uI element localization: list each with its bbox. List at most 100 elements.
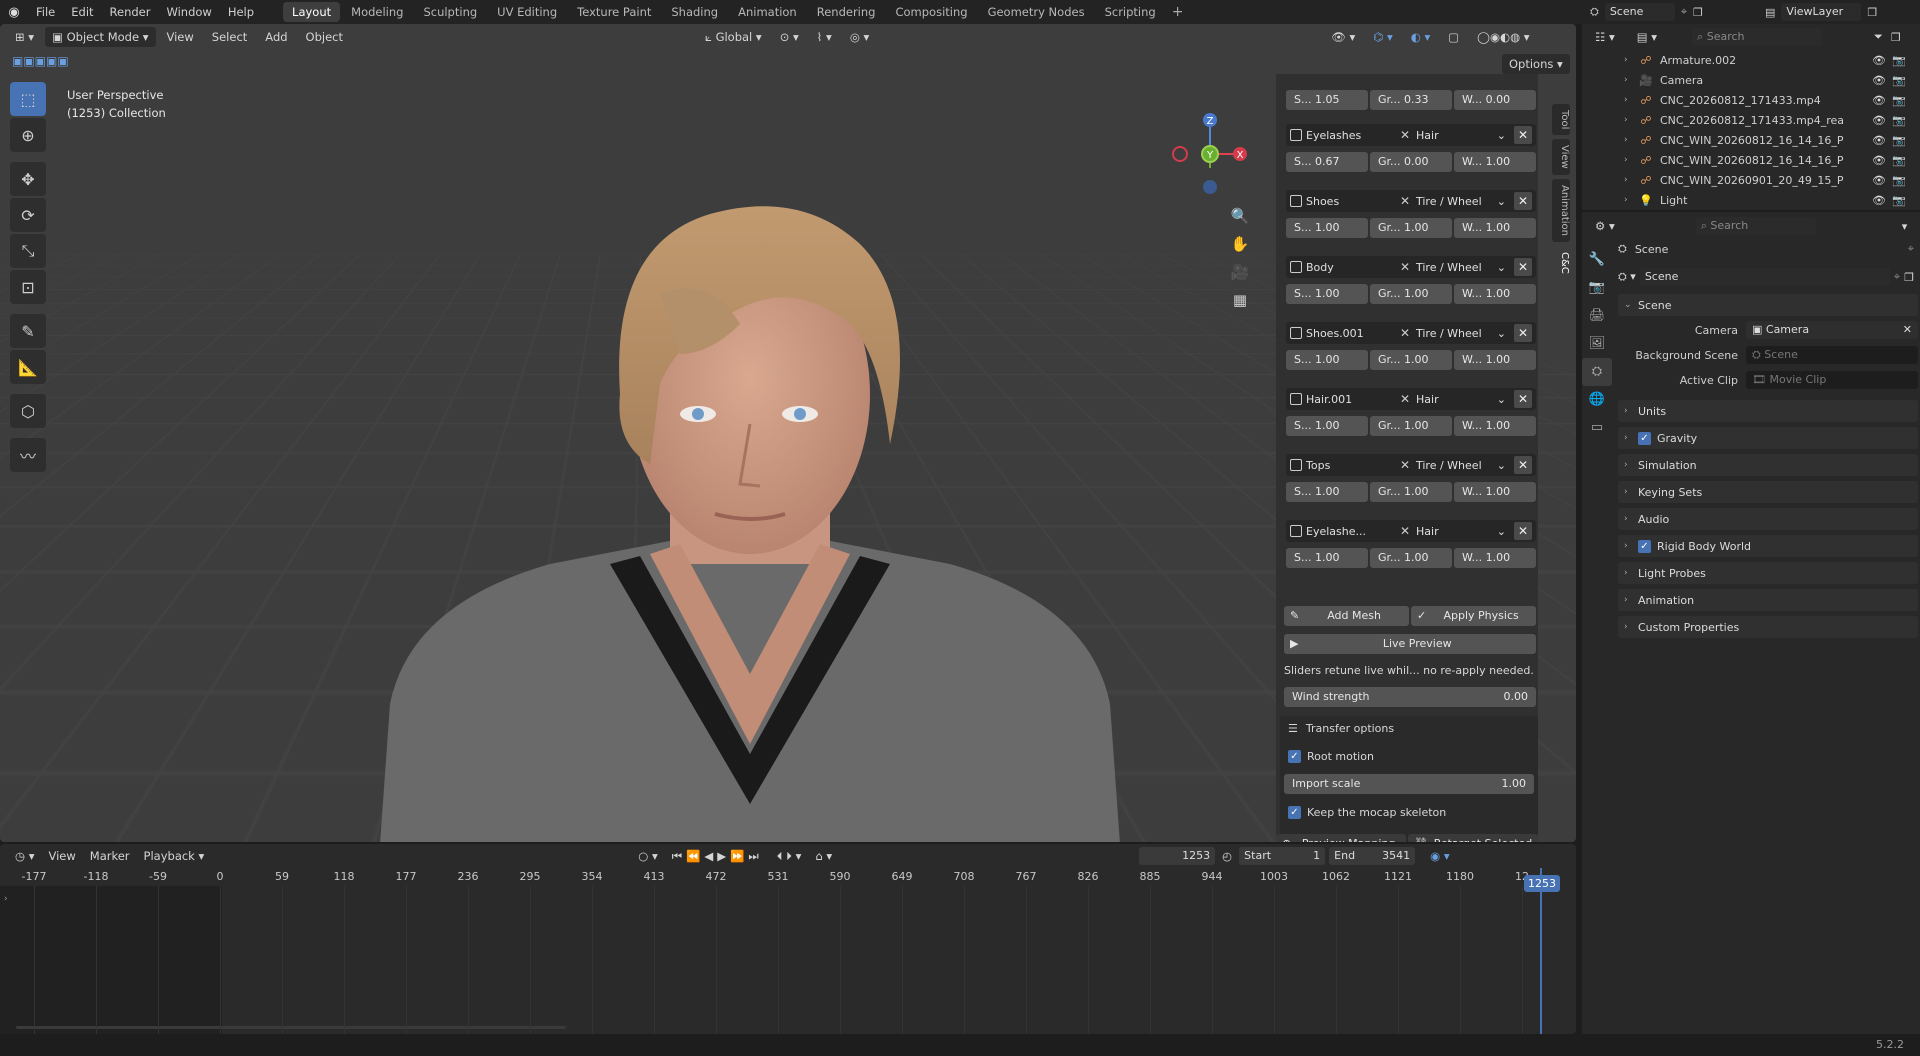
- material-enable-checkbox[interactable]: [1290, 327, 1302, 339]
- gravity-slider[interactable]: Gr... 1.00: [1370, 350, 1452, 370]
- measure-icon[interactable]: 📐: [10, 350, 46, 384]
- menu-view[interactable]: View: [160, 27, 201, 47]
- render-camera-icon[interactable]: 📷: [1892, 94, 1906, 107]
- live-preview-button[interactable]: ▶ Live Preview: [1284, 634, 1536, 654]
- clear-icon[interactable]: ✕: [1398, 194, 1412, 208]
- stiffness-slider[interactable]: S... 1.00: [1286, 482, 1368, 502]
- gravity-slider[interactable]: Gr... 1.00: [1370, 548, 1452, 568]
- expand-channels-icon[interactable]: ›: [4, 894, 8, 904]
- props-options-icon[interactable]: ▾: [1902, 220, 1908, 233]
- ortho-grid-icon[interactable]: ▦: [1228, 286, 1252, 314]
- scale-icon[interactable]: ⤡: [10, 234, 46, 268]
- stiffness-slider[interactable]: S... 1.00: [1286, 218, 1368, 238]
- snap-icon[interactable]: ⌇ ▾: [810, 27, 839, 47]
- curve-icon[interactable]: 〰: [10, 438, 46, 472]
- stiffness-slider[interactable]: S... 1.00: [1286, 548, 1368, 568]
- outliner-search-input[interactable]: ⌕ Search: [1692, 28, 1822, 46]
- proportional-edit-icon[interactable]: ◎ ▾: [843, 27, 876, 47]
- tab-geometry-nodes[interactable]: Geometry Nodes: [979, 2, 1094, 22]
- gravity-slider[interactable]: Gr... 0.00: [1370, 152, 1452, 172]
- tab-compositing[interactable]: Compositing: [886, 2, 976, 22]
- remove-material-icon[interactable]: ✕: [1514, 324, 1532, 342]
- outliner[interactable]: ☷ ▾ ▤ ▾ ⌕ Search ⏷ ❐ › ☍ Armature.002 👁 📷 › 🎥 C…: [1582, 24, 1920, 210]
- render-camera-icon[interactable]: 📷: [1892, 154, 1906, 167]
- menu-file[interactable]: File: [28, 0, 63, 24]
- clear-icon[interactable]: ✕: [1398, 392, 1412, 406]
- pivot-icon[interactable]: ⊙ ▾: [773, 27, 806, 47]
- world-icon[interactable]: 🌐: [1582, 386, 1612, 414]
- tab-rendering[interactable]: Rendering: [808, 2, 885, 22]
- view-layer-icon[interactable]: 🖼: [1582, 330, 1612, 358]
- pan-hand-icon[interactable]: ✋: [1228, 230, 1252, 258]
- filter-icon[interactable]: ⏷: [1874, 30, 1883, 44]
- clear-icon[interactable]: ✕: [1398, 458, 1412, 472]
- menu-object[interactable]: Object: [299, 27, 350, 47]
- material-name[interactable]: Shoes.001: [1306, 327, 1394, 340]
- render-camera-icon[interactable]: 📷: [1892, 74, 1906, 87]
- blender-logo-icon[interactable]: ◉: [0, 0, 28, 24]
- scene-name[interactable]: Scene: [1605, 3, 1675, 21]
- weight-slider[interactable]: W... 1.00: [1454, 482, 1536, 502]
- overlay-toggle-icon[interactable]: ◐ ▾: [1404, 27, 1437, 47]
- fake-user-icon[interactable]: ⌖: [1894, 270, 1900, 284]
- physics-type-dropdown[interactable]: Hair ⌄: [1416, 525, 1510, 538]
- sync-icon[interactable]: ⌂ ▾: [808, 846, 839, 866]
- panel-light-probes[interactable]: › Light Probes: [1618, 562, 1918, 584]
- display-mode-icon[interactable]: ▤ ▾: [1630, 27, 1664, 47]
- visibility-icon[interactable]: 👁 ▾: [1324, 27, 1362, 47]
- menu-edit[interactable]: Edit: [63, 0, 101, 24]
- stiffness-slider[interactable]: S... 1.00: [1286, 284, 1368, 304]
- transform-icon[interactable]: ⊡: [10, 270, 46, 304]
- visibility-eye-icon[interactable]: 👁: [1872, 174, 1886, 187]
- physics-type-dropdown[interactable]: Tire / Wheel ⌄: [1416, 261, 1510, 274]
- weight-slider[interactable]: W... 1.00: [1454, 350, 1536, 370]
- render-camera-icon[interactable]: 📷: [1892, 134, 1906, 147]
- viewlayer-name[interactable]: ViewLayer: [1781, 3, 1861, 21]
- tab-modeling[interactable]: Modeling: [342, 2, 412, 22]
- visibility-eye-icon[interactable]: 👁: [1872, 194, 1886, 207]
- weight-slider[interactable]: W... 1.00: [1454, 548, 1536, 568]
- remove-material-icon[interactable]: ✕: [1514, 126, 1532, 144]
- tab-uv-editing[interactable]: UV Editing: [488, 2, 566, 22]
- move-icon[interactable]: ✥: [10, 162, 46, 196]
- panel-enable-checkbox[interactable]: ✓: [1638, 432, 1651, 445]
- properties-editor[interactable]: ⚙ ▾ ⌕ Search ▾ 🔧 📷 🖨 🖼 ⛭ 🌐 ▭ ⛭ Scene ⌖ ⛭…: [1582, 212, 1920, 1034]
- rotate-icon[interactable]: ⟳: [10, 198, 46, 232]
- editor-type-icon[interactable]: ⊞ ▾: [8, 27, 41, 47]
- tab-view[interactable]: View: [1552, 139, 1570, 175]
- render-camera-icon[interactable]: 📷: [1892, 174, 1906, 187]
- physics-type-dropdown[interactable]: Hair ⌄: [1416, 393, 1510, 406]
- timeline-menu-playback[interactable]: Playback ▾: [137, 846, 212, 866]
- add-mesh-button[interactable]: ✎ Add Mesh: [1284, 606, 1409, 626]
- panel-custom-properties[interactable]: › Custom Properties: [1618, 616, 1918, 638]
- keyframe-jump-icons[interactable]: ⏴ ⏵ ▾: [770, 846, 809, 866]
- visibility-eye-icon[interactable]: 👁: [1872, 154, 1886, 167]
- pin-icon[interactable]: ⌖: [1681, 5, 1687, 19]
- datablock-browse-icon[interactable]: ⛭ ▾: [1618, 270, 1636, 284]
- gravity-slider[interactable]: Gr... 1.00: [1370, 218, 1452, 238]
- expand-arrow-icon[interactable]: ›: [1624, 55, 1638, 65]
- material-name[interactable]: Shoes: [1306, 195, 1394, 208]
- mode-dropdown[interactable]: ▣ Object Mode ▾: [45, 27, 155, 47]
- panel-keying-sets[interactable]: › Keying Sets: [1618, 481, 1918, 503]
- material-enable-checkbox[interactable]: [1290, 129, 1302, 141]
- outliner-item[interactable]: › ☍ Armature.002 👁 📷: [1582, 50, 1920, 70]
- start-frame-field[interactable]: Start 1: [1239, 847, 1325, 865]
- timeline-scrollbar[interactable]: [16, 1026, 566, 1029]
- add-workspace-icon[interactable]: +: [1166, 4, 1190, 20]
- clear-icon[interactable]: ✕: [1398, 260, 1412, 274]
- panel-gravity[interactable]: › ✓ Gravity: [1618, 427, 1918, 449]
- playback-controls[interactable]: ⏮⏪◀▶⏩⏭: [665, 846, 770, 866]
- tab-texture-paint[interactable]: Texture Paint: [568, 2, 660, 22]
- material-name[interactable]: Tops: [1306, 459, 1394, 472]
- expand-arrow-icon[interactable]: ›: [1624, 95, 1638, 105]
- outliner-item[interactable]: › 🎥 Camera 👁 📷: [1582, 70, 1920, 90]
- end-frame-field[interactable]: End 3541: [1329, 847, 1415, 865]
- weight-slider[interactable]: W... 1.00: [1454, 416, 1536, 436]
- new-scene-icon[interactable]: ❐: [1693, 6, 1703, 19]
- scene-panel-header[interactable]: ⌄ Scene: [1618, 294, 1918, 316]
- menu-help[interactable]: Help: [220, 0, 262, 24]
- gravity-slider[interactable]: Gr... 1.00: [1370, 482, 1452, 502]
- cursor-icon[interactable]: ⊕: [10, 118, 46, 152]
- weight-slider[interactable]: W... 1.00: [1454, 284, 1536, 304]
